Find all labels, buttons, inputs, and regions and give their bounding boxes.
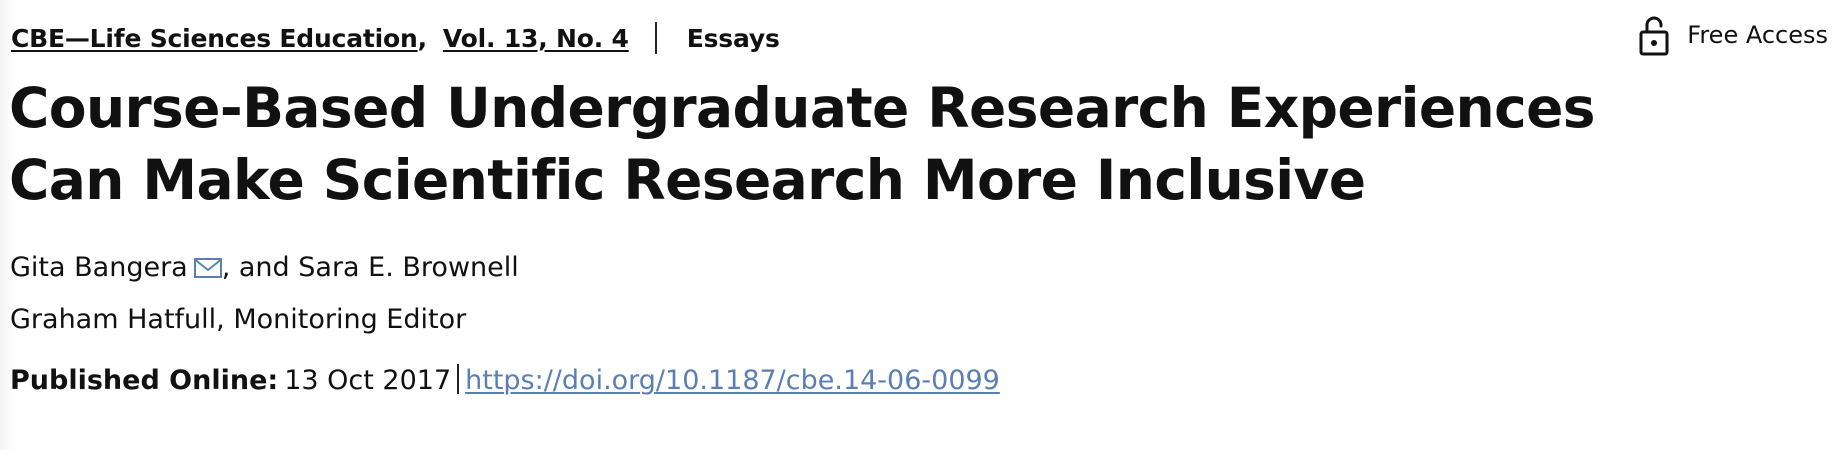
publication-info: Published Online: 13 Oct 2017 https://doi.…	[10, 363, 1000, 399]
journal-meta-bar: CBE—Life Sciences Education, Vol. 13, No…	[11, 18, 780, 58]
meta-divider	[654, 22, 657, 54]
free-access-label: Free Access	[1687, 21, 1828, 49]
article-title: Course-Based Undergraduate Research Expe…	[9, 76, 1596, 212]
envelope-icon[interactable]	[193, 258, 222, 278]
article-header-page: CBE—Life Sciences Education, Vol. 13, No…	[0, 0, 1840, 450]
published-online-label: Published Online:	[10, 365, 279, 396]
published-divider	[457, 364, 460, 394]
author-link-bangera[interactable]: Gita Bangera	[10, 252, 188, 283]
author-list-rest[interactable]: , and Sara E. Brownell	[222, 252, 519, 283]
meta-comma: ,	[417, 23, 428, 53]
author-list: Gita Bangera , and Sara E. Brownell	[10, 250, 519, 286]
unlocked-padlock-icon	[1639, 16, 1669, 56]
published-date: 13 Oct 2017	[284, 365, 452, 396]
monitoring-editor: Graham Hatfull, Monitoring Editor	[10, 304, 467, 335]
issue-link[interactable]: Vol. 13, No. 4	[443, 24, 629, 53]
journal-link[interactable]: CBE—Life Sciences Education	[11, 24, 418, 53]
doi-link[interactable]: https://doi.org/10.1187/cbe.14-06-0099	[465, 365, 1000, 396]
section-label: Essays	[686, 23, 780, 53]
free-access-badge: Free Access	[1639, 14, 1828, 56]
